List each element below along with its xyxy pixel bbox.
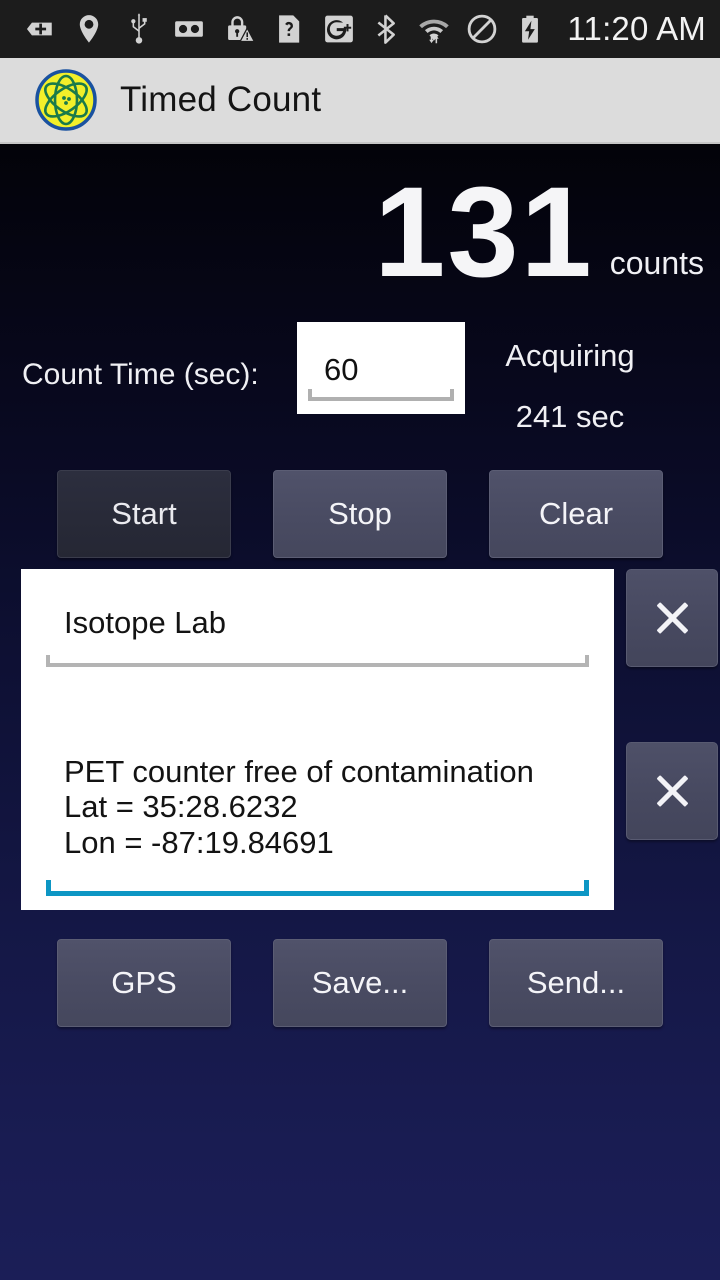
voicemail-icon — [172, 12, 206, 46]
gps-button[interactable]: GPS — [57, 939, 231, 1027]
lock-warning-icon — [222, 12, 256, 46]
location-name-row: Isotope Lab — [0, 569, 720, 681]
clear-button[interactable]: Clear — [489, 470, 663, 558]
count-time-underline — [308, 389, 454, 401]
count-value: 131 — [374, 161, 594, 304]
status-bar-right-icons: 11:20 AM — [369, 10, 706, 48]
send-button[interactable]: Send... — [489, 939, 663, 1027]
clear-notes-button[interactable] — [626, 742, 718, 840]
notes-underline — [46, 880, 589, 896]
control-button-row: Start Stop Clear — [0, 470, 720, 558]
notes-row: PET counter free of contamination Lat = … — [0, 672, 720, 910]
count-time-label: Count Time (sec): — [22, 358, 259, 391]
close-icon — [652, 598, 692, 638]
app-title-bar: Timed Count — [0, 58, 720, 144]
status-label: Acquiring — [505, 338, 635, 373]
phone-screen: 11:20 AM Timed Count 131 counts Count Ti… — [0, 0, 720, 1280]
app-title: Timed Count — [120, 80, 322, 119]
status-bar: 11:20 AM — [0, 0, 720, 58]
acquisition-status: Acquiring 241 sec — [460, 326, 680, 435]
count-time-value: 60 — [324, 352, 359, 387]
add-shield-icon — [22, 12, 56, 46]
action-button-row: GPS Save... Send... — [0, 939, 720, 1027]
clear-location-name-button[interactable] — [626, 569, 718, 667]
location-pin-icon — [72, 12, 106, 46]
question-document-icon — [272, 12, 306, 46]
status-bar-left-icons — [22, 12, 369, 46]
usb-icon — [122, 12, 156, 46]
google-plus-icon — [322, 12, 356, 46]
close-icon — [652, 771, 692, 811]
count-unit-label: counts — [609, 244, 704, 281]
stop-button[interactable]: Stop — [273, 470, 447, 558]
do-not-disturb-icon — [465, 12, 499, 46]
notes-value: PET counter free of contamination Lat = … — [64, 754, 534, 860]
atom-icon — [34, 68, 98, 132]
elapsed-time-label: 241 sec — [515, 399, 625, 434]
location-name-value: Isotope Lab — [64, 605, 227, 640]
status-bar-clock: 11:20 AM — [567, 10, 706, 47]
start-button[interactable]: Start — [57, 470, 231, 558]
count-time-row: Count Time (sec): 60 Acquiring 241 sec — [0, 322, 720, 434]
location-name-underline — [46, 655, 589, 667]
save-button[interactable]: Save... — [273, 939, 447, 1027]
count-readout: 131 counts — [0, 161, 704, 304]
wifi-transfer-icon — [417, 12, 451, 46]
bluetooth-icon — [369, 12, 403, 46]
battery-charging-icon — [513, 12, 547, 46]
location-name-input[interactable]: Isotope Lab — [21, 569, 614, 681]
main-content: 131 counts Count Time (sec): 60 Acquirin… — [0, 144, 720, 1280]
count-time-input[interactable]: 60 — [297, 322, 465, 414]
notes-input[interactable]: PET counter free of contamination Lat = … — [21, 672, 614, 910]
